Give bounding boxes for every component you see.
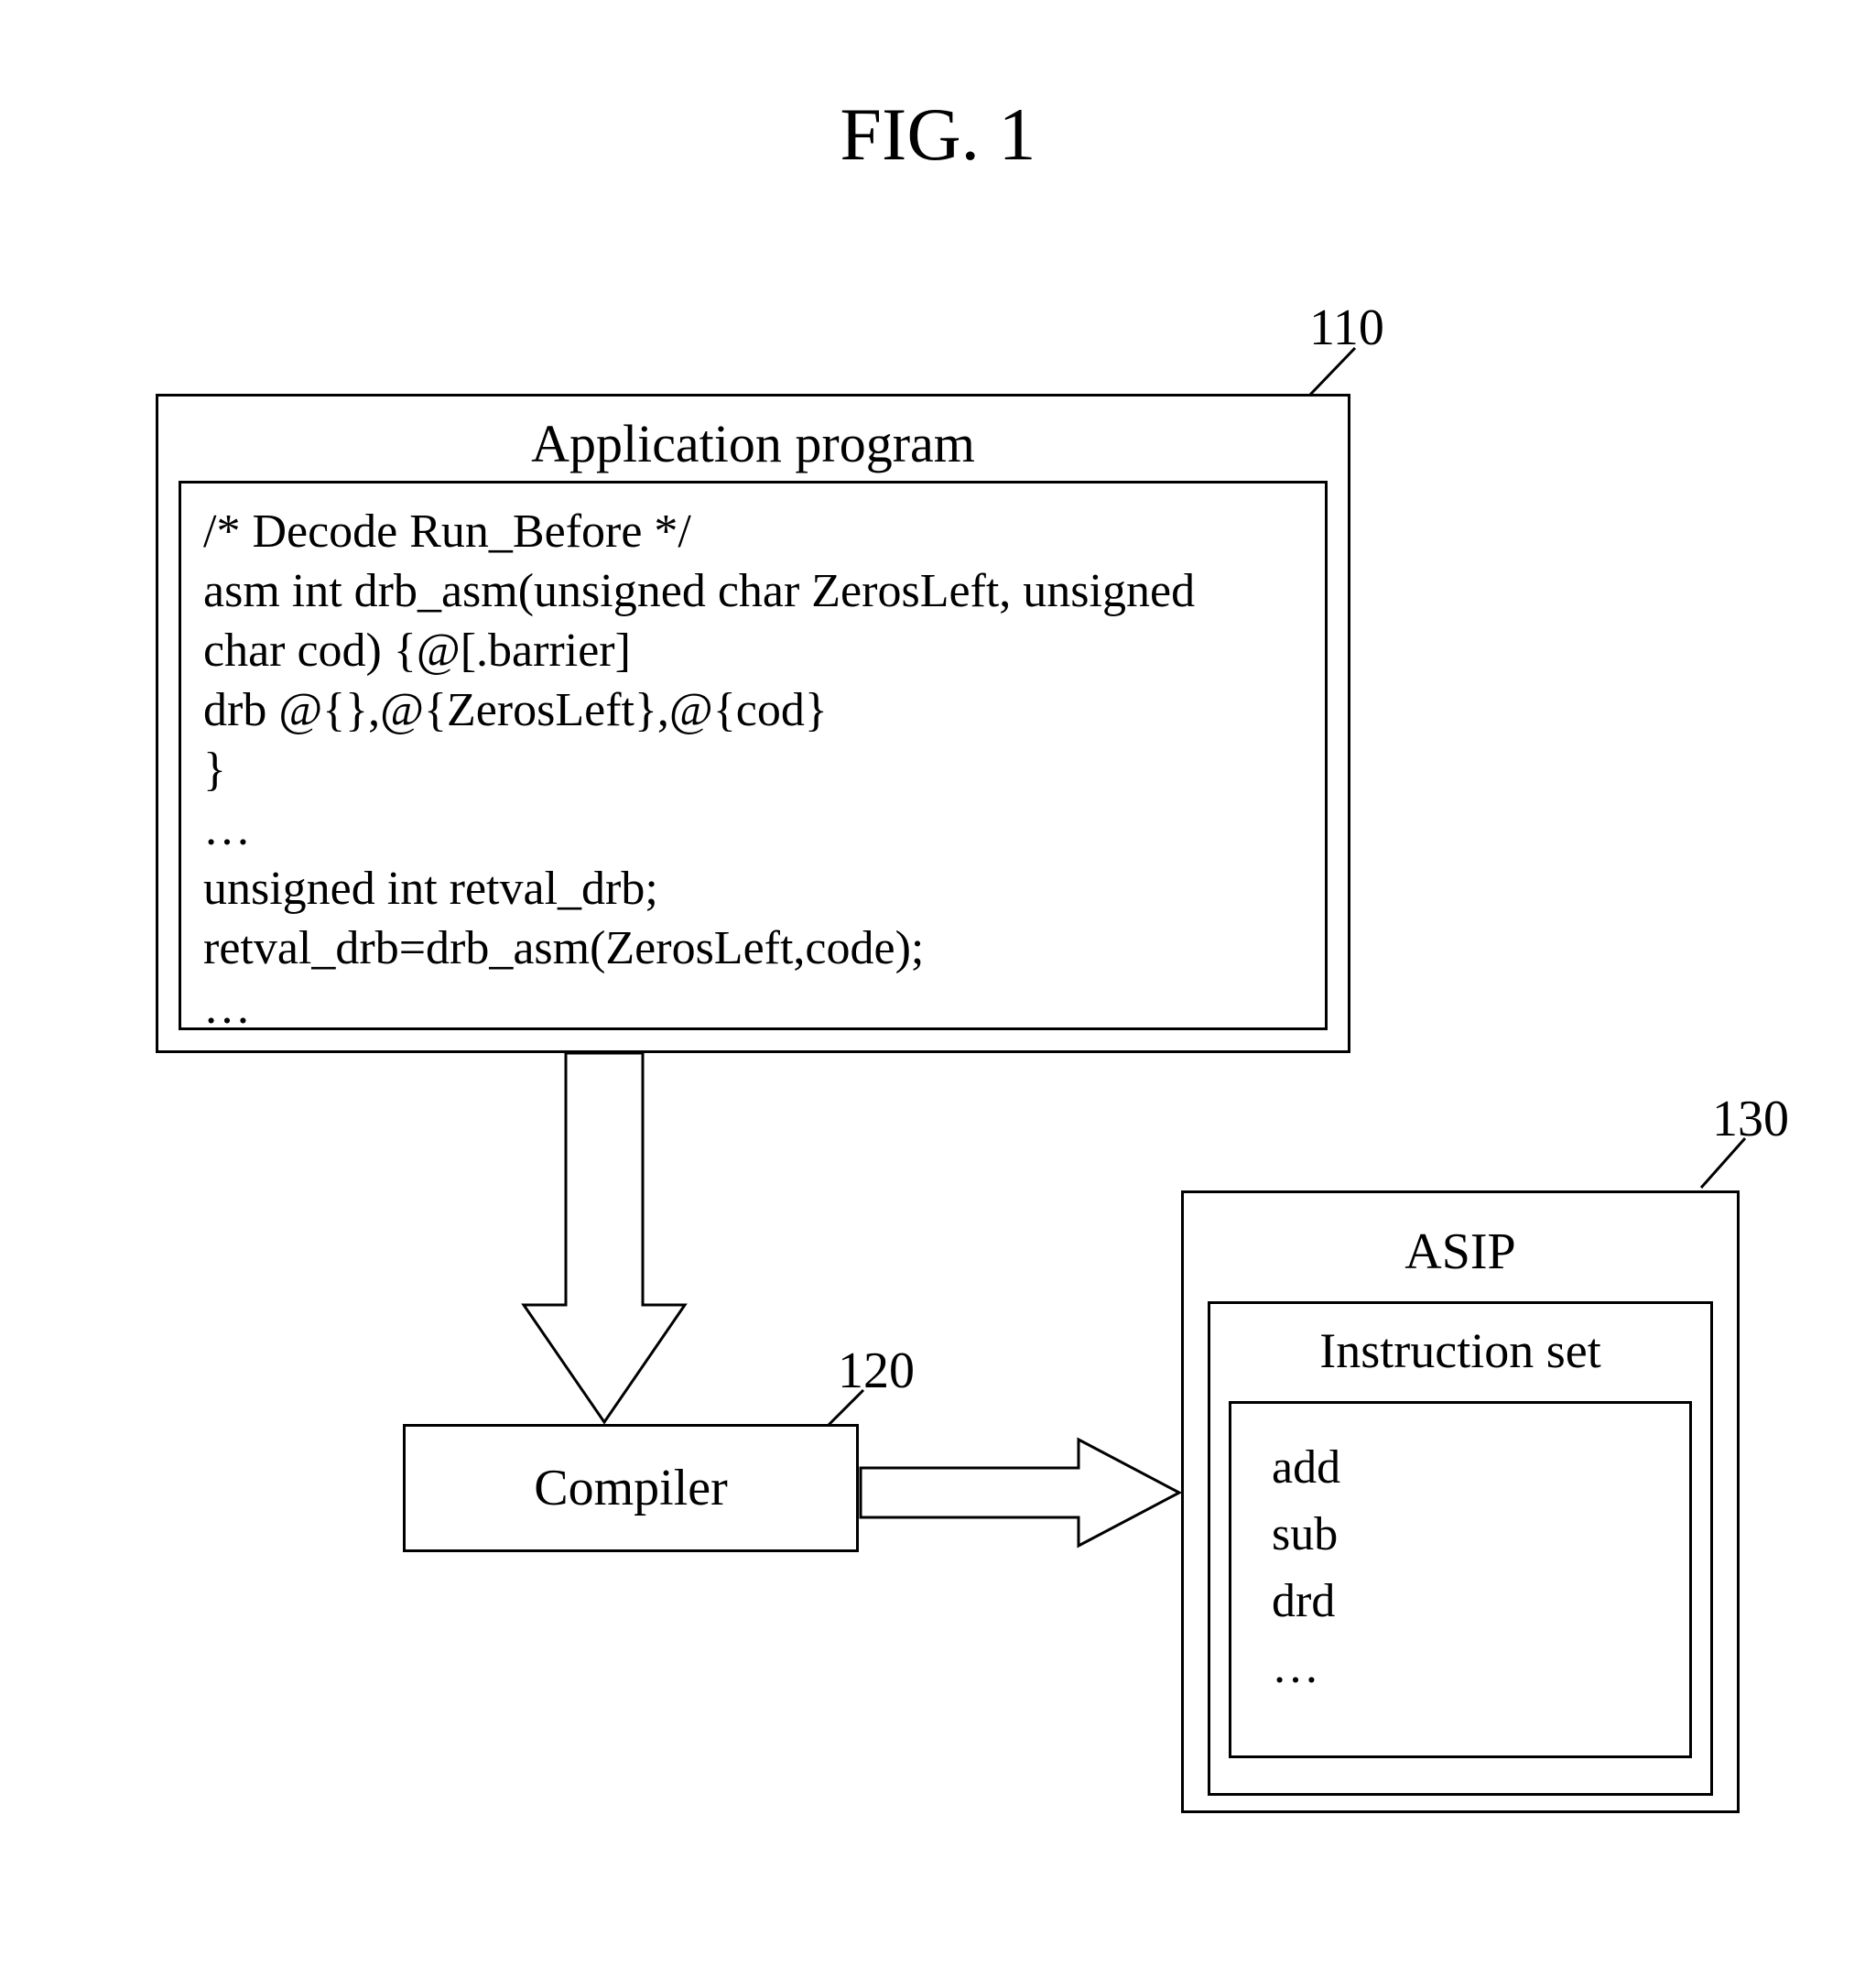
application-program-box: Application program /* Decode Run_Before… (156, 394, 1350, 1053)
ref-130-leader (1694, 1131, 1758, 1195)
code-line: retval_drb=drb_asm(ZerosLeft,code); (203, 918, 1303, 978)
instruction-set-box: Instruction set add sub drd … (1208, 1301, 1713, 1796)
instruction-list-box: add sub drd … (1229, 1401, 1692, 1758)
code-line: char cod) {@[.barrier] (203, 621, 1303, 680)
instruction-line: sub (1272, 1502, 1649, 1569)
code-line: asm int drb_asm(unsigned char ZerosLeft,… (203, 561, 1303, 621)
code-line: } (203, 740, 1303, 799)
asip-box: ASIP Instruction set add sub drd … (1181, 1190, 1740, 1813)
instruction-line: drd (1272, 1569, 1649, 1636)
compiler-box: Compiler (403, 1424, 859, 1552)
instruction-line: add (1272, 1435, 1649, 1502)
compiler-label: Compiler (534, 1459, 728, 1517)
code-line: drb @{},@{ZerosLeft},@{cod} (203, 680, 1303, 740)
instruction-set-title: Instruction set (1229, 1322, 1692, 1379)
arrow-app-to-compiler (522, 1053, 687, 1424)
code-line: … (203, 799, 1303, 859)
arrow-compiler-to-asip (861, 1438, 1181, 1548)
figure-title: FIG. 1 (840, 92, 1036, 178)
code-line: /* Decode Run_Before */ (203, 502, 1303, 561)
code-box: /* Decode Run_Before */ asm int drb_asm(… (179, 481, 1328, 1030)
application-program-title: Application program (158, 413, 1348, 474)
code-line: unsigned int retval_drb; (203, 859, 1303, 918)
asip-title: ASIP (1208, 1223, 1713, 1281)
instruction-line: … (1272, 1635, 1649, 1701)
code-line: … (203, 978, 1303, 1038)
